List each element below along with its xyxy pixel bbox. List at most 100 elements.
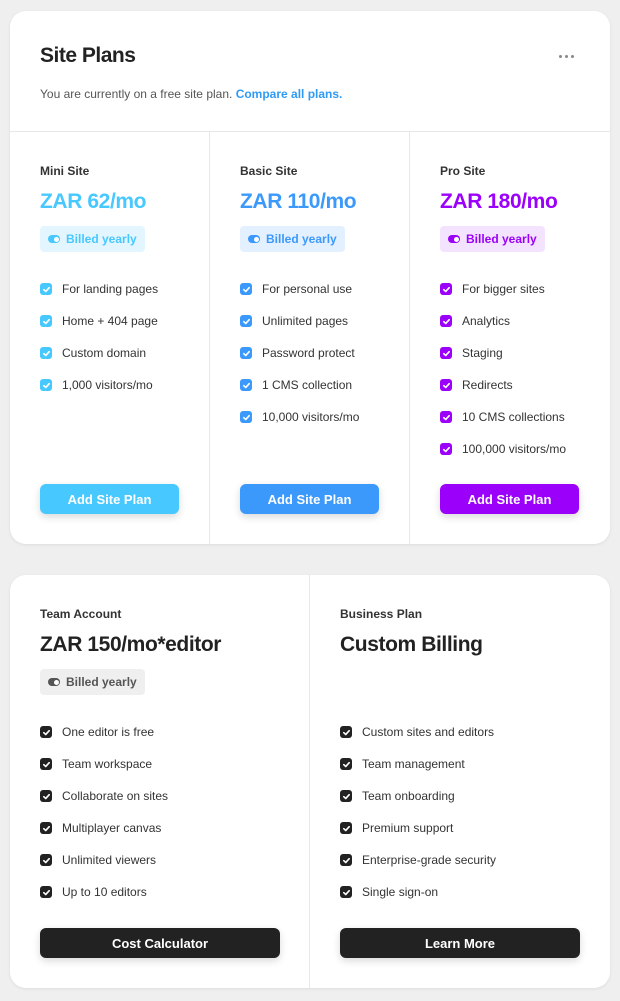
plan-price: ZAR 150/mo*editor [40,633,222,656]
plan-name: Business Plan [340,607,423,621]
checkbox-checked-icon [40,758,52,770]
billing-badge: Billed yearly [240,226,345,252]
feature-label: Enterprise-grade security [362,853,497,867]
current-plan-text: You are currently on a free site plan. C… [40,87,342,101]
checkbox-checked-icon [240,283,252,295]
checkbox-checked-icon [440,315,452,327]
site-plans-card: Site Plans You are currently on a free s… [10,11,610,544]
feature-label: Redirects [462,378,513,392]
feature-label: Custom domain [62,346,147,360]
feature-label: 100,000 visitors/mo [462,442,567,456]
feature-label: Unlimited pages [262,314,349,328]
feature-label: Multiplayer canvas [62,821,162,835]
feature-label: Team workspace [62,757,153,771]
feature-label: 1,000 visitors/mo [62,378,153,392]
cost-calculator-button[interactable]: Cost Calculator [40,928,280,958]
plan-name: Team Account [40,607,122,621]
checkbox-checked-icon [340,854,352,866]
feature-item: Custom domain [40,346,158,378]
feature-item: 10,000 visitors/mo [240,410,359,442]
feature-item: Premium support [340,821,496,853]
checkbox-checked-icon [240,315,252,327]
feature-item: Collaborate on sites [40,789,168,821]
billing-badge: Billed yearly [40,226,145,252]
checkbox-checked-icon [40,790,52,802]
feature-list: Custom sites and editors Team management… [340,725,496,917]
checkbox-checked-icon [240,379,252,391]
site-plans-header: Site Plans You are currently on a free s… [10,11,610,132]
feature-item: Unlimited viewers [40,853,168,885]
toggle-icon [48,678,60,686]
add-site-plan-button[interactable]: Add Site Plan [440,484,579,514]
feature-label: For bigger sites [462,282,545,296]
feature-item: Home + 404 page [40,314,158,346]
billing-label: Billed yearly [466,232,537,246]
feature-label: Premium support [362,821,454,835]
toggle-icon [248,235,260,243]
feature-item: 10 CMS collections [440,410,566,442]
feature-item: For landing pages [40,282,158,314]
checkbox-checked-icon [440,411,452,423]
checkbox-checked-icon [240,411,252,423]
toggle-icon [48,235,60,243]
page-title: Site Plans [40,44,136,67]
feature-item: Up to 10 editors [40,885,168,917]
feature-label: Home + 404 page [62,314,158,328]
feature-item: For bigger sites [440,282,566,314]
add-site-plan-button[interactable]: Add Site Plan [40,484,179,514]
checkbox-checked-icon [340,886,352,898]
feature-item: Single sign-on [340,885,496,917]
feature-item: 100,000 visitors/mo [440,442,566,474]
feature-label: Single sign-on [362,885,439,899]
feature-item: One editor is free [40,725,168,757]
checkbox-checked-icon [40,379,52,391]
feature-label: Team management [362,757,465,771]
feature-item: 1 CMS collection [240,378,359,410]
feature-label: For landing pages [62,282,159,296]
plan-name: Basic Site [240,164,298,178]
plan-name: Mini Site [40,164,90,178]
checkbox-checked-icon [440,379,452,391]
feature-item: For personal use [240,282,359,314]
learn-more-button[interactable]: Learn More [340,928,580,958]
billing-label: Billed yearly [66,232,137,246]
checkbox-checked-icon [40,347,52,359]
more-horizontal-icon[interactable] [554,47,578,65]
feature-label: One editor is free [62,725,155,739]
plan-name: Pro Site [440,164,486,178]
checkbox-checked-icon [440,283,452,295]
feature-label: Team onboarding [362,789,455,803]
plan-column-business-plan: Business Plan Custom Billing Custom sites… [310,575,610,988]
feature-item: Staging [440,346,566,378]
plan-price: ZAR 180/mo [440,190,558,213]
feature-label: Unlimited viewers [62,853,157,867]
feature-label: 10,000 visitors/mo [262,410,360,424]
checkbox-checked-icon [40,886,52,898]
feature-item: Unlimited pages [240,314,359,346]
feature-item: Team workspace [40,757,168,789]
feature-label: Custom sites and editors [362,725,495,739]
checkbox-checked-icon [40,854,52,866]
feature-list: For personal use Unlimited pages Passwor… [240,282,359,442]
feature-item: Analytics [440,314,566,346]
feature-label: Analytics [462,314,511,328]
feature-label: 10 CMS collections [462,410,565,424]
feature-label: 1 CMS collection [262,378,353,392]
billing-label: Billed yearly [66,675,137,689]
feature-list: For landing pages Home + 404 page Custom… [40,282,158,410]
compare-plans-link[interactable]: Compare all plans. [236,87,343,101]
feature-item: Redirects [440,378,566,410]
feature-item: Enterprise-grade security [340,853,496,885]
checkbox-checked-icon [340,790,352,802]
feature-list: One editor is free Team workspace Collab… [40,725,168,917]
add-site-plan-button[interactable]: Add Site Plan [240,484,379,514]
checkbox-checked-icon [40,283,52,295]
checkbox-checked-icon [340,758,352,770]
feature-label: For personal use [262,282,353,296]
feature-label: Password protect [262,346,355,360]
feature-item: Team onboarding [340,789,496,821]
feature-label: Staging [462,346,503,360]
plan-price: Custom Billing [340,633,483,656]
plan-column-basic-site: Basic Site ZAR 110/mo Billed yearly For p… [210,132,410,544]
plan-column-pro-site: Pro Site ZAR 180/mo Billed yearly For big… [410,132,610,544]
